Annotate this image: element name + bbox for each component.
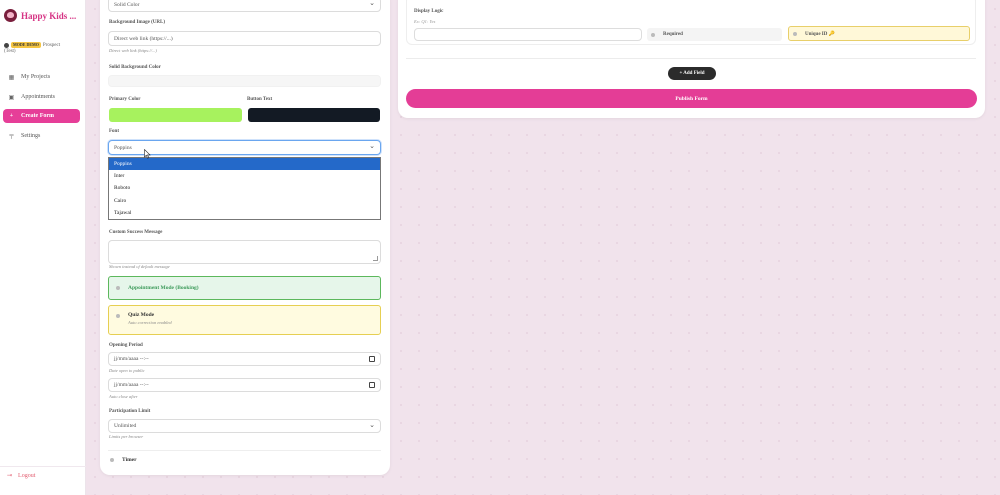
section-divider <box>108 450 381 451</box>
display-logic-label: Display Logic <box>414 9 444 14</box>
sidebar-item-label: Appointments <box>21 94 55 100</box>
user-role: (Test) <box>4 49 16 55</box>
toggle-switch-icon <box>116 286 120 290</box>
sidebar-divider <box>0 466 86 467</box>
quiz-mode-toggle[interactable]: Quiz Mode Auto correction enabled <box>108 305 381 335</box>
demo-badge: MODE DEMO <box>11 42 41 48</box>
sidebar-item-label: Create Form <box>21 113 55 119</box>
sidebar-item-label: My Projects <box>21 74 51 80</box>
open-date-hint: Date open to public <box>109 368 145 373</box>
toggle-switch-icon <box>651 32 655 37</box>
font-option-tajawal[interactable]: Tajawal <box>109 207 380 219</box>
heart-logo-icon <box>4 9 17 22</box>
success-message-hint: Shown instead of default message <box>109 264 170 269</box>
unique-id-label: Unique ID 🔑 <box>805 31 835 37</box>
sidebar-item-create-form[interactable]: + Create Form <box>3 109 80 123</box>
appointment-mode-toggle[interactable]: Appointment Mode (Booking) <box>108 276 381 300</box>
success-message-textarea[interactable] <box>108 240 381 264</box>
display-logic-hint: Ex: Q1: Yes <box>414 19 436 24</box>
unique-id-toggle[interactable]: Unique ID 🔑 <box>788 26 970 41</box>
calendar-icon[interactable] <box>369 382 375 388</box>
primary-color-label: Primary Color <box>109 97 141 102</box>
mouse-cursor-icon <box>144 149 151 159</box>
user-icon <box>4 42 9 48</box>
required-label: Required <box>663 32 683 37</box>
logout-label: Logout <box>18 472 36 479</box>
background-image-input[interactable]: Direct web link (https://...) <box>108 31 381 46</box>
background-image-hint: Direct web link (https://...) <box>109 48 157 53</box>
participation-limit-label: Participation Limit <box>109 409 151 414</box>
logout-icon: ⇥ <box>7 473 13 479</box>
calendar-icon: ▣ <box>8 94 15 101</box>
brand-name: Happy Kids ... <box>21 10 77 21</box>
paint-roller-icon: ╤ <box>9 133 14 139</box>
participation-limit-value: Unlimited <box>114 423 137 429</box>
success-message-label: Custom Success Message <box>109 230 163 235</box>
primary-color-swatch[interactable] <box>109 108 242 122</box>
grid-icon: ▦ <box>8 74 15 81</box>
display-logic-input[interactable] <box>414 28 642 41</box>
font-dropdown-list: Poppins Inter Roboto Cairo Tajawal <box>108 157 381 220</box>
add-field-button[interactable]: + Add Field <box>668 67 716 80</box>
sidebar: Happy Kids ... MODE DEMO Prospect (Test) … <box>0 0 86 495</box>
background-type-select[interactable]: Solid Color <box>108 0 381 12</box>
brand[interactable]: Happy Kids ... <box>4 9 76 22</box>
font-option-roboto[interactable]: Roboto <box>109 182 380 194</box>
sidebar-item-my-projects[interactable]: ▦ My Projects <box>3 70 80 84</box>
background-image-placeholder: Direct web link (https://...) <box>114 35 173 42</box>
background-image-label: Background Image (URL) <box>109 20 166 25</box>
button-text-label: Button Text <box>247 97 273 102</box>
font-option-poppins[interactable]: Poppins <box>109 158 380 171</box>
toggle-switch-icon <box>110 458 114 462</box>
timer-label: Timer <box>122 457 137 463</box>
sidebar-item-settings[interactable]: ╤ Settings <box>3 129 80 143</box>
solid-bg-color-input[interactable] <box>108 75 381 87</box>
form-settings-panel <box>100 0 390 475</box>
calendar-icon[interactable] <box>369 356 375 362</box>
user-info: MODE DEMO Prospect (Test) <box>4 42 84 55</box>
participation-limit-hint: Limits per browser <box>109 434 144 439</box>
quiz-mode-label: Quiz Mode <box>128 312 155 318</box>
font-option-inter[interactable]: Inter <box>109 170 380 182</box>
solid-bg-label: Solid Background Color <box>109 65 161 70</box>
sidebar-item-label: Settings <box>21 133 41 139</box>
open-date-placeholder: jj/mm/aaaa --:-- <box>114 356 149 362</box>
font-label: Font <box>109 129 119 134</box>
user-name: Prospect <box>42 43 61 49</box>
opening-period-label: Opening Period <box>109 343 143 348</box>
button-text-color-swatch[interactable] <box>248 108 380 122</box>
required-toggle[interactable]: Required <box>647 28 782 41</box>
toggle-switch-icon <box>793 31 797 36</box>
font-option-cairo[interactable]: Cairo <box>109 195 380 207</box>
timer-toggle[interactable]: Timer <box>110 457 137 463</box>
participation-limit-select[interactable]: Unlimited <box>108 419 381 433</box>
sidebar-item-appointments[interactable]: ▣ Appointments <box>3 90 80 104</box>
plus-icon: + <box>9 113 14 119</box>
toggle-switch-icon <box>116 314 120 318</box>
quiz-mode-hint: Auto correction enabled <box>128 320 172 325</box>
close-date-hint: Auto close after <box>109 394 138 399</box>
appointment-mode-label: Appointment Mode (Booking) <box>128 285 199 291</box>
close-date-input[interactable]: jj/mm/aaaa --:-- <box>108 378 381 392</box>
background-type-value: Solid Color <box>114 1 140 8</box>
section-divider <box>406 58 976 59</box>
open-date-input[interactable]: jj/mm/aaaa --:-- <box>108 352 381 366</box>
publish-form-button[interactable]: Publish Form <box>406 89 977 108</box>
font-select-value: Poppins <box>114 144 132 151</box>
logout-button[interactable]: ⇥ Logout <box>7 472 36 480</box>
close-date-placeholder: jj/mm/aaaa --:-- <box>114 382 149 388</box>
